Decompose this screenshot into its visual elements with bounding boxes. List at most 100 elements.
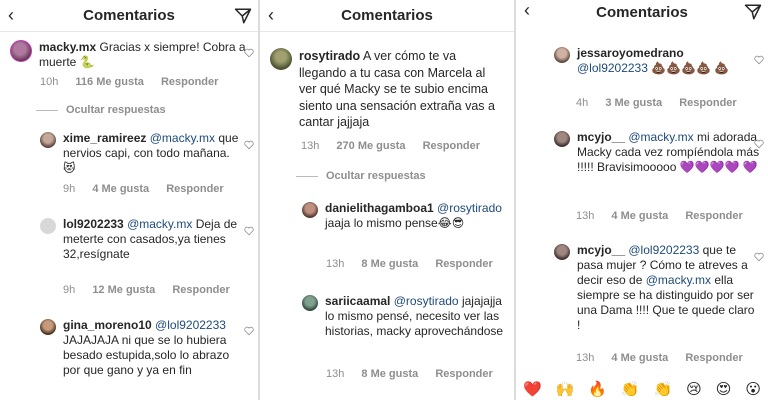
reply-mention[interactable]: @macky.mx (628, 130, 693, 144)
comment: macky.mx Gracias x siempre! Cobra a muer… (10, 40, 246, 70)
reply-button[interactable]: Responder (679, 97, 736, 109)
reply-mention[interactable]: @macky.mx (127, 217, 192, 231)
reply-likes[interactable]: 4 Me gusta (92, 183, 149, 195)
avatar[interactable] (10, 40, 32, 62)
reply-likes[interactable]: 4 Me gusta (611, 352, 668, 364)
hide-replies-button[interactable]: Ocultar respuestas (36, 104, 166, 116)
reply-meta: 13h 8 Me gusta Responder (326, 368, 507, 380)
avatar[interactable] (302, 295, 318, 311)
reply-button[interactable]: Responder (423, 140, 480, 152)
avatar[interactable] (40, 132, 56, 148)
raised-hands-emoji-icon[interactable]: 🙌 (556, 380, 575, 398)
crying-emoji-icon[interactable]: 😢 (686, 380, 702, 398)
reply-mention[interactable]: @lol9202233 (628, 243, 699, 257)
page-title: Comentarios (596, 3, 688, 21)
like-heart-icon[interactable] (754, 139, 764, 149)
reply-mention[interactable]: @lol9202233 (155, 318, 226, 332)
reply-time: 9h (63, 284, 76, 296)
clap-emoji-icon[interactable]: 👏 (654, 380, 673, 398)
reply-time: 13h (576, 352, 595, 364)
avatar[interactable] (270, 48, 292, 70)
comment-likes[interactable]: 270 Me gusta (336, 140, 405, 152)
reply-likes[interactable]: 8 Me gusta (361, 368, 418, 380)
comment-time: 10h (40, 76, 59, 88)
reply-item: xime_ramireez @macky.mx que nervios capi… (40, 131, 245, 176)
reply-meta: 9h 12 Me gusta Responder (63, 284, 244, 296)
reply-item: mcyjo__ @lol9202233 que te pasa mujer ? … (554, 243, 760, 333)
like-heart-icon[interactable] (754, 55, 764, 65)
comment-likes[interactable]: 116 Me gusta (75, 76, 143, 88)
reply-mention-2[interactable]: @macky.mx (646, 273, 711, 287)
back-arrow-icon[interactable]: ‹ (8, 6, 14, 24)
avatar[interactable] (554, 131, 570, 147)
comments-panel-2: ‹ Comentarios rosytirado A ver cómo te v… (260, 0, 514, 400)
like-heart-icon[interactable] (244, 326, 254, 336)
reply-item: sariicaamal @rosytirado jajajajja lo mis… (302, 294, 508, 339)
comments-panel-3: ‹ Comentarios jessaroyomedrano @lol92022… (516, 0, 768, 400)
reply-mention[interactable]: @rosytirado (394, 294, 459, 308)
like-heart-icon[interactable] (754, 252, 764, 262)
reply-button[interactable]: Responder (161, 76, 218, 88)
reply-meta: 13h 8 Me gusta Responder (326, 258, 507, 270)
heart-eyes-emoji-icon[interactable]: 😍 (716, 380, 732, 398)
reply-text: 💩💩💩💩 💩 (651, 61, 730, 75)
reply-likes[interactable]: 12 Me gusta (92, 284, 155, 296)
comment-meta: 10h 116 Me gusta Responder (40, 76, 232, 88)
reply-time: 13h (576, 210, 595, 222)
reply-username[interactable]: jessaroyomedrano (577, 46, 684, 60)
reply-item: lol9202233 @macky.mx Deja de meterte con… (40, 217, 245, 262)
reply-time: 4h (576, 97, 589, 109)
reply-item: gina_moreno10 @lol9202233 JAJAJAJA ni qu… (40, 318, 245, 378)
fire-emoji-icon[interactable]: 🔥 (588, 380, 607, 398)
reply-username[interactable]: mcyjo__ (577, 130, 625, 144)
reply-mention[interactable]: @rosytirado (437, 201, 502, 215)
reply-button[interactable]: Responder (166, 183, 223, 195)
reply-username[interactable]: xime_ramireez (63, 131, 146, 145)
avatar[interactable] (40, 218, 56, 234)
avatar[interactable] (302, 202, 318, 218)
reply-likes[interactable]: 3 Me gusta (605, 97, 662, 109)
avatar[interactable] (40, 319, 56, 335)
reply-username[interactable]: lol9202233 (63, 217, 124, 231)
heart-emoji-icon[interactable]: ❤️ (523, 380, 542, 398)
reply-button[interactable]: Responder (435, 368, 492, 380)
reply-mention[interactable]: @lol9202233 (577, 61, 648, 75)
comment-username[interactable]: rosytirado (299, 49, 360, 63)
page-title: Comentarios (341, 7, 433, 24)
reply-text: jaaja lo mismo pense😂😎 (325, 216, 465, 230)
like-heart-icon[interactable] (244, 226, 254, 236)
avatar[interactable] (554, 47, 570, 63)
send-icon[interactable] (744, 3, 762, 21)
reply-button[interactable]: Responder (685, 210, 742, 222)
reply-button[interactable]: Responder (435, 258, 492, 270)
send-icon[interactable] (234, 7, 252, 25)
comment-meta: 13h 270 Me gusta Responder (301, 140, 494, 152)
reply-mention[interactable]: @macky.mx (150, 131, 215, 145)
clap-emoji-icon[interactable]: 👏 (621, 380, 640, 398)
reply-username[interactable]: mcyjo__ (577, 243, 625, 257)
reply-likes[interactable]: 4 Me gusta (611, 210, 668, 222)
avatar[interactable] (554, 244, 570, 260)
surprised-emoji-icon[interactable]: 😮 (745, 380, 761, 398)
back-arrow-icon[interactable]: ‹ (268, 6, 274, 24)
page-title: Comentarios (83, 7, 175, 24)
like-heart-icon[interactable] (244, 48, 254, 58)
reply-button[interactable]: Responder (685, 352, 742, 364)
reply-meta: 13h 4 Me gusta Responder (576, 352, 757, 364)
like-heart-icon[interactable] (244, 140, 254, 150)
reply-time: 13h (326, 258, 345, 270)
reply-username[interactable]: sariicaamal (325, 294, 390, 308)
hide-replies-button[interactable]: Ocultar respuestas (296, 170, 426, 182)
comments-header: ‹ Comentarios (516, 0, 768, 24)
reply-button[interactable]: Responder (172, 284, 229, 296)
reply-meta: 13h 4 Me gusta Responder (576, 210, 757, 222)
comment-username[interactable]: macky.mx (39, 40, 96, 54)
comment-time: 13h (301, 140, 320, 152)
back-arrow-icon[interactable]: ‹ (524, 1, 530, 19)
emoji-quick-reactions: ❤️ 🙌 🔥 👏 👏 😢 😍 😮 (516, 378, 768, 400)
reply-likes[interactable]: 8 Me gusta (361, 258, 418, 270)
reply-time: 9h (63, 183, 76, 195)
reply-username[interactable]: danielithagamboa1 (325, 201, 434, 215)
reply-item: mcyjo__ @macky.mx mi adorada Macky cada … (554, 130, 760, 175)
reply-username[interactable]: gina_moreno10 (63, 318, 152, 332)
